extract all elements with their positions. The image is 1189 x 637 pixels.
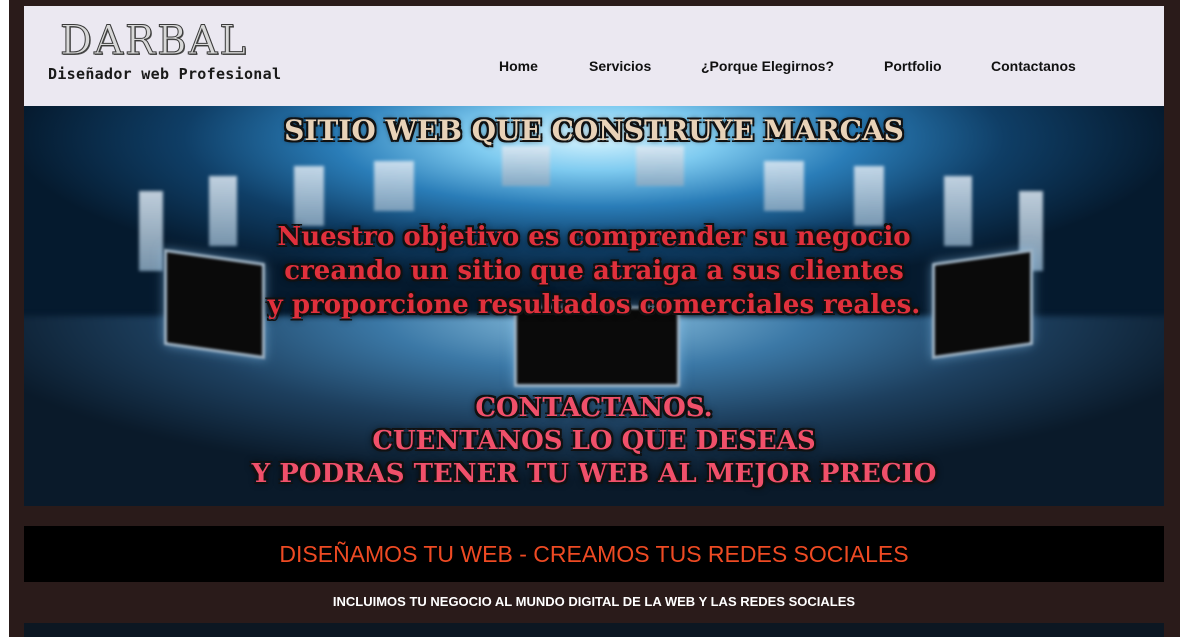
services-banner: DISEÑAMOS TU WEB - CREAMOS TUS REDES SOC… — [24, 526, 1164, 582]
hero-cta-line-1: CONTACTANOS. — [475, 393, 713, 423]
hero-headline: SITIO WEB QUE CONSTRUYE MARCAS — [284, 114, 904, 147]
main-nav: Home Servicios ¿Porque Elegirnos? Portfo… — [24, 58, 1164, 82]
hero-objective-line-1: Nuestro objetivo es comprender su negoci… — [277, 222, 911, 252]
bg-monitor — [764, 161, 804, 211]
bg-monitor — [636, 146, 684, 186]
hero-cta-line-3: Y PODRAS TENER TU WEB AL MEJOR PRECIO — [251, 459, 937, 489]
bg-monitor — [502, 146, 550, 186]
nav-contactanos[interactable]: Contactanos — [991, 58, 1076, 74]
site-header: DARBAL Diseñador web Profesional Home Se… — [24, 6, 1164, 106]
bg-monitor — [854, 166, 884, 226]
nav-porque-elegirnos[interactable]: ¿Porque Elegirnos? — [701, 58, 834, 74]
hero-objective-line-2: creando un sitio que atraiga a sus clien… — [284, 256, 904, 286]
hero-banner-image: SITIO WEB QUE CONSTRUYE MARCAS Nuestro o… — [24, 106, 1164, 506]
bg-monitor — [294, 166, 324, 226]
next-section-strip — [24, 623, 1164, 637]
tagline: INCLUIMOS TU NEGOCIO AL MUNDO DIGITAL DE… — [332, 594, 856, 609]
nav-servicios[interactable]: Servicios — [589, 58, 651, 74]
bg-monitor — [374, 161, 414, 211]
nav-home[interactable]: Home — [499, 58, 538, 74]
nav-portfolio[interactable]: Portfolio — [884, 58, 942, 74]
hero-cta-line-2: CUENTANOS LO QUE DESEAS — [372, 426, 816, 456]
hero-objective-line-3: y proporcione resultados comerciales rea… — [267, 290, 921, 320]
services-banner-text: DISEÑAMOS TU WEB - CREAMOS TUS REDES SOC… — [279, 541, 909, 567]
